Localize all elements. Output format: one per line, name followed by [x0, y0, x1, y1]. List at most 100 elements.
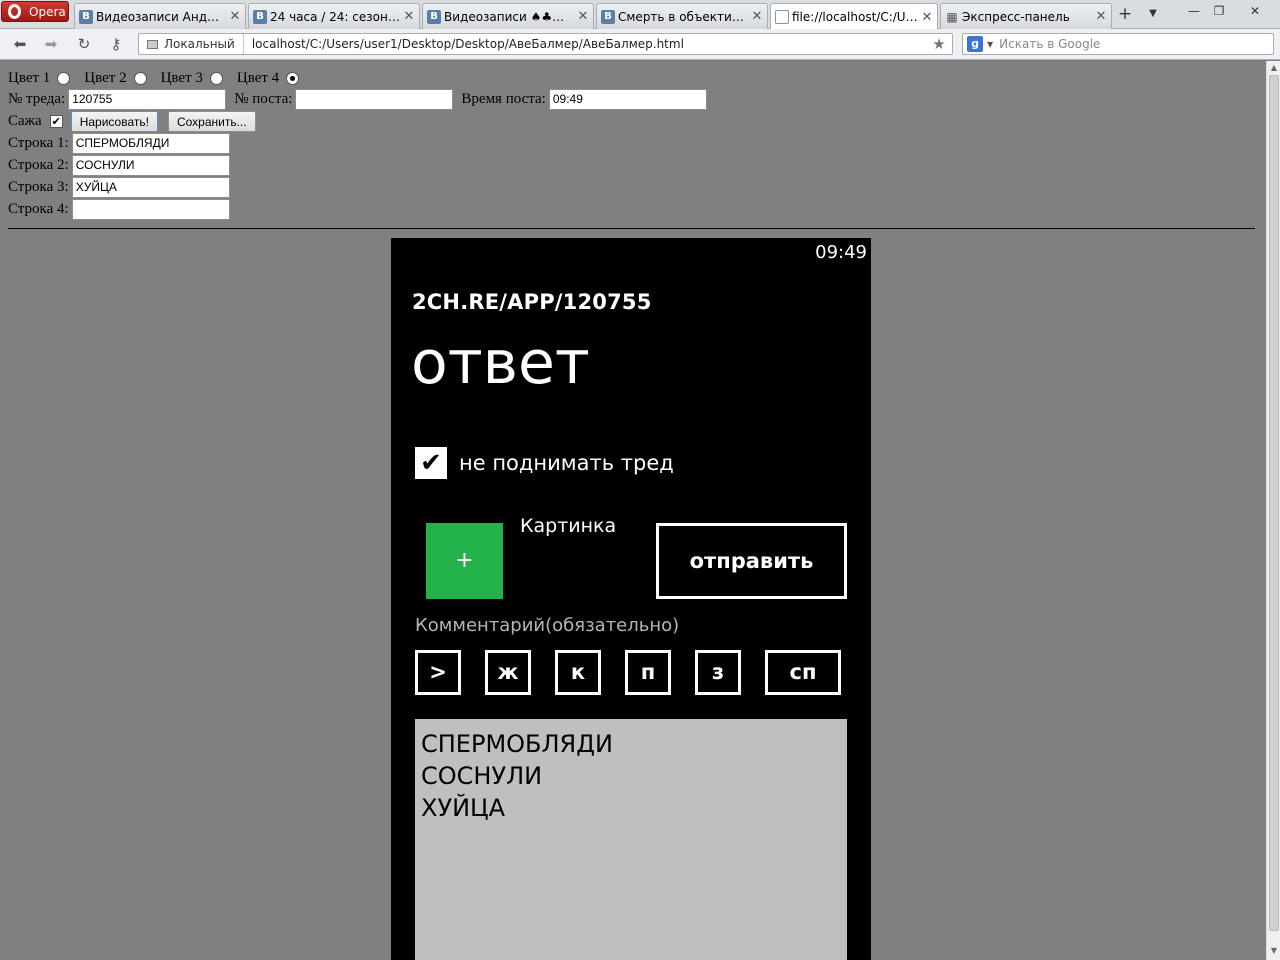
tab-close-icon[interactable]: ✕ [921, 10, 933, 25]
color-4-radio[interactable] [286, 72, 300, 85]
line-3-input[interactable]: ХУЙЦА [71, 177, 230, 198]
opera-menu-button[interactable]: Opera [1, 1, 69, 22]
phone-add-image-plus-icon: + [426, 523, 503, 599]
tab-title: Смерть в объективе / ... [618, 9, 748, 24]
phone-comment-line: ХУЙЦА [421, 794, 506, 822]
color-2-label: Цвет 2 [84, 70, 127, 86]
phone-comment-line: СОСНУЛИ [421, 762, 543, 790]
line-4-label: Строка 4: [8, 201, 69, 217]
tab-close-icon[interactable]: ✕ [1095, 9, 1107, 24]
search-engine-chevron-down-icon[interactable]: ▼ [987, 40, 993, 49]
line-1-label: Строка 1: [8, 135, 69, 151]
document-favicon-icon [775, 10, 789, 24]
line-1-row: Строка 1: СПЕРМОБЛЯДИ [8, 133, 230, 154]
tab-speed-dial[interactable]: ▦ Экспресс-панель ✕ [940, 3, 1112, 29]
tab-close-icon[interactable]: ✕ [751, 9, 763, 24]
url-text[interactable]: localhost/C:/Users/user1/Desktop/Desktop… [244, 37, 930, 51]
opera-logo-icon [8, 4, 21, 19]
line-2-label: Строка 2: [8, 157, 69, 173]
post-info-row: № треда: 120755 № поста: Время поста: 09… [8, 89, 707, 110]
window-close-icon[interactable]: ✕ [1238, 2, 1272, 20]
phone-comment-line: СПЕРМОБЛЯДИ [421, 730, 613, 758]
tab-local-file[interactable]: file://localhost/C:/User... ✕ [770, 3, 938, 30]
scroll-thumb[interactable] [1269, 75, 1279, 931]
scroll-up-arrow-icon[interactable]: ▲ [1267, 63, 1280, 72]
key-icon[interactable]: ⚷ [105, 34, 127, 54]
sage-checkbox[interactable]: ✔ [49, 115, 63, 128]
phone-underline-format-button: п [625, 650, 671, 695]
speed-dial-grid-icon: ▦ [946, 9, 958, 24]
tab-list-chevron-down-icon[interactable]: ▼ [1145, 5, 1161, 23]
page-scrollbar[interactable]: ▲ ▼ [1266, 61, 1280, 960]
actions-row: Сажа ✔ Нарисовать! Сохранить... [8, 111, 266, 132]
scroll-down-arrow-icon[interactable]: ▼ [1267, 946, 1280, 955]
address-field[interactable]: Локальный localhost/C:/Users/user1/Deskt… [138, 33, 953, 55]
color-2-radio[interactable] [133, 72, 147, 85]
phone-comment-textarea: СПЕРМОБЛЯДИ СОСНУЛИ ХУЙЦА [415, 719, 847, 960]
phone-image-label: Картинка [520, 515, 617, 537]
browser-tab-bar: Opera В Видеозаписи Андрея ... ✕ В 24 ча… [0, 0, 1280, 30]
phone-italic-format-button: к [555, 650, 601, 695]
line-2-row: Строка 2: СОСНУЛИ [8, 155, 230, 176]
tab-close-icon[interactable]: ✕ [403, 9, 415, 24]
phone-strike-format-button: з [695, 650, 741, 695]
tab-videos-andrey[interactable]: В Видеозаписи Андрея ... ✕ [74, 3, 246, 29]
phone-comment-label: Комментарий(обязательно) [415, 615, 680, 636]
draw-button[interactable]: Нарисовать! [70, 111, 158, 132]
vk-favicon-icon: В [253, 9, 267, 24]
save-button[interactable]: Сохранить... [167, 111, 256, 132]
phone-page-title: ответ [411, 328, 590, 398]
vk-favicon-icon: В [79, 9, 93, 24]
back-arrow-icon[interactable]: ⬅ [9, 34, 31, 54]
phone-bold-format-button: ж [485, 650, 531, 695]
line-3-label: Строка 3: [8, 179, 69, 195]
color-1-radio[interactable] [57, 72, 71, 85]
post-number-input[interactable] [295, 89, 454, 110]
new-tab-plus-icon[interactable]: + [1115, 5, 1135, 23]
line-1-input[interactable]: СПЕРМОБЛЯДИ [71, 133, 230, 154]
tab-title: Экспресс-панель [962, 9, 1070, 24]
tab-death-in-lens[interactable]: В Смерть в объективе / ... ✕ [596, 3, 768, 29]
post-time-input[interactable]: 09:49 [548, 89, 707, 110]
thread-number-input[interactable]: 120755 [68, 89, 227, 110]
horizontal-rule [8, 228, 1255, 229]
reload-icon[interactable]: ↻ [73, 34, 95, 54]
line-4-row: Строка 4: [8, 199, 230, 220]
phone-no-bump-label: не поднимать тред [459, 451, 674, 475]
phone-status-time: 09:49 [815, 242, 867, 263]
tab-close-icon[interactable]: ✕ [229, 9, 241, 24]
google-search-icon[interactable]: g [967, 36, 983, 52]
tab-title: Видеозаписи ♠♣◙◙ Л... [444, 9, 574, 24]
phone-send-button: отправить [656, 523, 847, 599]
color-4-label: Цвет 4 [236, 70, 280, 86]
local-site-badge[interactable]: Локальный [139, 34, 244, 54]
line-3-row: Строка 3: ХУЙЦА [8, 177, 230, 198]
post-time-label: Время поста: [461, 91, 546, 107]
page-content: Цвет 1 Цвет 2 Цвет 3 Цвет 4 № треда: 120… [0, 61, 1266, 960]
window-minimize-icon[interactable]: — [1180, 2, 1208, 20]
tab-title: file://localhost/C:/User... [792, 10, 918, 24]
vk-favicon-icon: В [427, 9, 441, 24]
forward-arrow-icon[interactable]: ➡ [40, 34, 62, 54]
post-number-label: № поста: [234, 91, 293, 107]
tab-24-hours[interactable]: В 24 часа / 24: сезон 5, с... ✕ [248, 3, 420, 29]
sage-label: Сажа [8, 113, 42, 129]
opera-menu-label: Opera [29, 4, 66, 19]
vk-favicon-icon: В [601, 9, 615, 24]
tab-videos-symbols[interactable]: В Видеозаписи ♠♣◙◙ Л... ✕ [422, 3, 594, 29]
color-radio-group: Цвет 1 Цвет 2 Цвет 3 Цвет 4 [8, 70, 313, 87]
color-3-radio[interactable] [209, 72, 223, 85]
color-3-label: Цвет 3 [160, 70, 203, 86]
tab-close-icon[interactable]: ✕ [577, 9, 589, 24]
tab-title: 24 часа / 24: сезон 5, с... [270, 9, 400, 24]
thread-number-label: № треда: [8, 91, 66, 107]
line-2-input[interactable]: СОСНУЛИ [71, 155, 230, 176]
bookmark-star-icon[interactable]: ★ [930, 35, 948, 53]
line-4-input[interactable] [71, 199, 230, 220]
search-field[interactable]: g ▼ Искать в Google [962, 33, 1274, 55]
phone-no-bump-checkbox-icon: ✔ [415, 447, 447, 479]
phone-spoiler-format-button: сп [765, 650, 841, 695]
monitor-icon [147, 39, 158, 49]
window-restore-icon[interactable]: ❐ [1205, 2, 1233, 20]
search-placeholder: Искать в Google [999, 37, 1101, 51]
